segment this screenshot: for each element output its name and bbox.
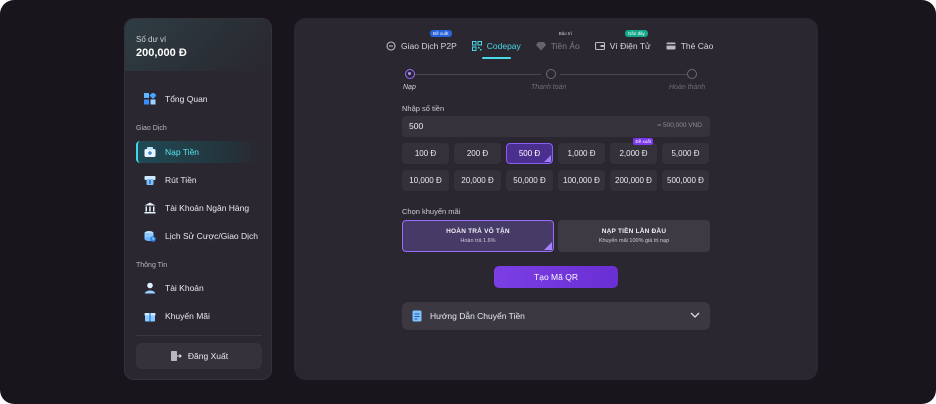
step-label: Nạp — [403, 84, 416, 91]
tab-badge: Gần đây — [624, 30, 648, 37]
payment-method-tabs: Đề xuất Giao Dịch P2P Codepay Bảo trì Ti… — [380, 30, 722, 59]
deposit-panel: Đề xuất Giao Dịch P2P Codepay Bảo trì Ti… — [294, 18, 818, 380]
section-label-transactions: Giao Dịch — [136, 125, 167, 132]
promo-subtitle: Hoàn trả 1.6% — [460, 238, 496, 244]
balance-value: 200,000 Đ — [136, 47, 187, 59]
step-indicator-complete — [687, 69, 697, 79]
sidebar-item-withdraw[interactable]: Rút Tiền — [136, 169, 262, 191]
sidebar-item-overview[interactable]: Tổng Quan — [136, 88, 262, 110]
sidebar-item-history[interactable]: Lịch Sử Cược/Giao Dịch — [136, 225, 262, 247]
user-icon — [144, 282, 156, 294]
sidebar-item-label: Tài Khoản — [165, 283, 204, 293]
step-connector — [415, 74, 541, 75]
promotion-label: Chọn khuyến mãi — [402, 207, 461, 216]
step-indicator-payment — [546, 69, 556, 79]
qr-code-icon — [471, 41, 482, 51]
sidebar-item-bank-account[interactable]: Tài Khoản Ngân Hàng — [136, 197, 262, 219]
sidebar-item-label: Rút Tiền — [165, 175, 197, 185]
tab-p2p[interactable]: Đề xuất Giao Dịch P2P — [380, 30, 463, 55]
withdraw-icon — [144, 174, 156, 186]
amount-option[interactable]: 1,000 Đ — [558, 143, 605, 164]
logout-button[interactable]: Đăng Xuất — [136, 343, 262, 369]
sidebar-item-promotions[interactable]: Khuyến Mãi — [136, 305, 262, 327]
sidebar-item-deposit[interactable]: Nạp Tiền — [136, 141, 262, 163]
amount-option[interactable]: 20,000 Đ — [454, 170, 501, 191]
bank-icon — [144, 202, 156, 214]
amount-option[interactable]: 200 Đ — [454, 143, 501, 164]
amount-option[interactable]: 2,000 Đ Đề xuất — [610, 138, 657, 164]
exchange-icon — [386, 41, 396, 51]
app-frame: Số dư ví 200,000 Đ Tổng Quan Giao Dịch N… — [0, 0, 936, 404]
balance-label: Số dư ví — [136, 35, 167, 44]
diamond-icon — [535, 41, 546, 51]
promo-subtitle: Khuyến mãi 100% giá trị nạp — [598, 238, 670, 244]
sidebar-item-label: Khuyến Mãi — [165, 311, 210, 321]
promo-title: NẠP TIỀN LẦN ĐẦU — [601, 228, 667, 235]
amount-value: 500 — [409, 121, 424, 131]
amount-option[interactable]: 100 Đ — [402, 143, 449, 164]
wallet-balance-card: Số dư ví 200,000 Đ — [125, 19, 271, 71]
promo-title: HOÀN TRẢ VÔ TẬN — [446, 228, 510, 235]
transfer-guide-accordion[interactable]: Hướng Dẫn Chuyển Tiền — [402, 302, 710, 330]
tab-label: Thẻ Cào — [680, 41, 714, 51]
tab-label: Codepay — [486, 41, 521, 51]
logout-label: Đăng Xuất — [187, 351, 229, 361]
tab-ewallet[interactable]: Gần đây Ví Điện Tử — [589, 30, 657, 55]
wallet-icon — [594, 41, 605, 51]
recommended-badge: Đề xuất — [633, 138, 653, 145]
section-label-info: Thông Tin — [136, 262, 168, 269]
document-icon — [412, 310, 422, 322]
tab-badge: Bảo trì — [558, 31, 573, 36]
amount-option[interactable]: 10,000 Đ — [402, 170, 449, 191]
amount-option[interactable]: 50,000 Đ — [506, 170, 553, 191]
step-label: Hoàn thành — [669, 84, 706, 91]
step-connector — [560, 74, 687, 75]
amount-option-selected[interactable]: 500 Đ — [506, 143, 553, 164]
tab-label: Ví Điện Tử — [609, 41, 651, 51]
sidebar-item-label: Tài Khoản Ngân Hàng — [165, 203, 250, 213]
amount-option-label: 2,000 Đ — [619, 149, 648, 158]
create-qr-button[interactable]: Tạo Mã QR — [494, 266, 618, 288]
chevron-down-icon[interactable] — [690, 311, 700, 319]
dashboard-icon — [144, 93, 156, 105]
deposit-icon — [144, 146, 156, 158]
tab-scratch-card[interactable]: Thẻ Cào — [660, 37, 720, 55]
sidebar-item-label: Tổng Quan — [165, 94, 208, 104]
tab-label: Tiền Ảo — [550, 41, 580, 51]
amount-option[interactable]: 5,000 Đ — [662, 143, 709, 164]
sidebar-divider — [136, 335, 262, 336]
progress-stepper: Nạp Thanh toán Hoàn thành — [401, 69, 705, 99]
card-icon — [666, 41, 676, 51]
promo-option-first-deposit[interactable]: NẠP TIỀN LẦN ĐẦU Khuyến mãi 100% giá trị… — [558, 220, 710, 252]
logout-icon — [170, 350, 182, 362]
tab-codepay[interactable]: Codepay — [466, 37, 527, 59]
amount-option[interactable]: 200,000 Đ — [610, 170, 657, 191]
promo-option-cashback[interactable]: HOÀN TRẢ VÔ TẬN Hoàn trả 1.6% — [402, 220, 554, 252]
tab-crypto[interactable]: Bảo trì Tiền Ảo — [530, 31, 586, 55]
amount-option[interactable]: 100,000 Đ — [558, 170, 605, 191]
amount-input[interactable]: 500 = 500,000 VND — [402, 116, 710, 137]
step-label: Thanh toán — [531, 84, 567, 91]
tab-label: Giao Dịch P2P — [401, 41, 457, 51]
sidebar-item-label: Nạp Tiền — [165, 147, 200, 157]
sidebar: Số dư ví 200,000 Đ Tổng Quan Giao Dịch N… — [124, 18, 272, 380]
sidebar-item-label: Lịch Sử Cược/Giao Dịch — [165, 231, 259, 241]
history-icon — [144, 230, 156, 242]
guide-title: Hướng Dẫn Chuyển Tiền — [430, 311, 525, 321]
gift-icon — [144, 310, 156, 322]
amount-label: Nhập số tiền — [402, 104, 445, 113]
tab-badge: Đề xuất — [430, 30, 452, 37]
amount-conversion-hint: = 500,000 VND — [657, 122, 702, 129]
amount-option[interactable]: 500,000 Đ — [662, 170, 709, 191]
step-indicator-deposit — [405, 69, 415, 79]
sidebar-item-account[interactable]: Tài Khoản — [136, 277, 262, 299]
